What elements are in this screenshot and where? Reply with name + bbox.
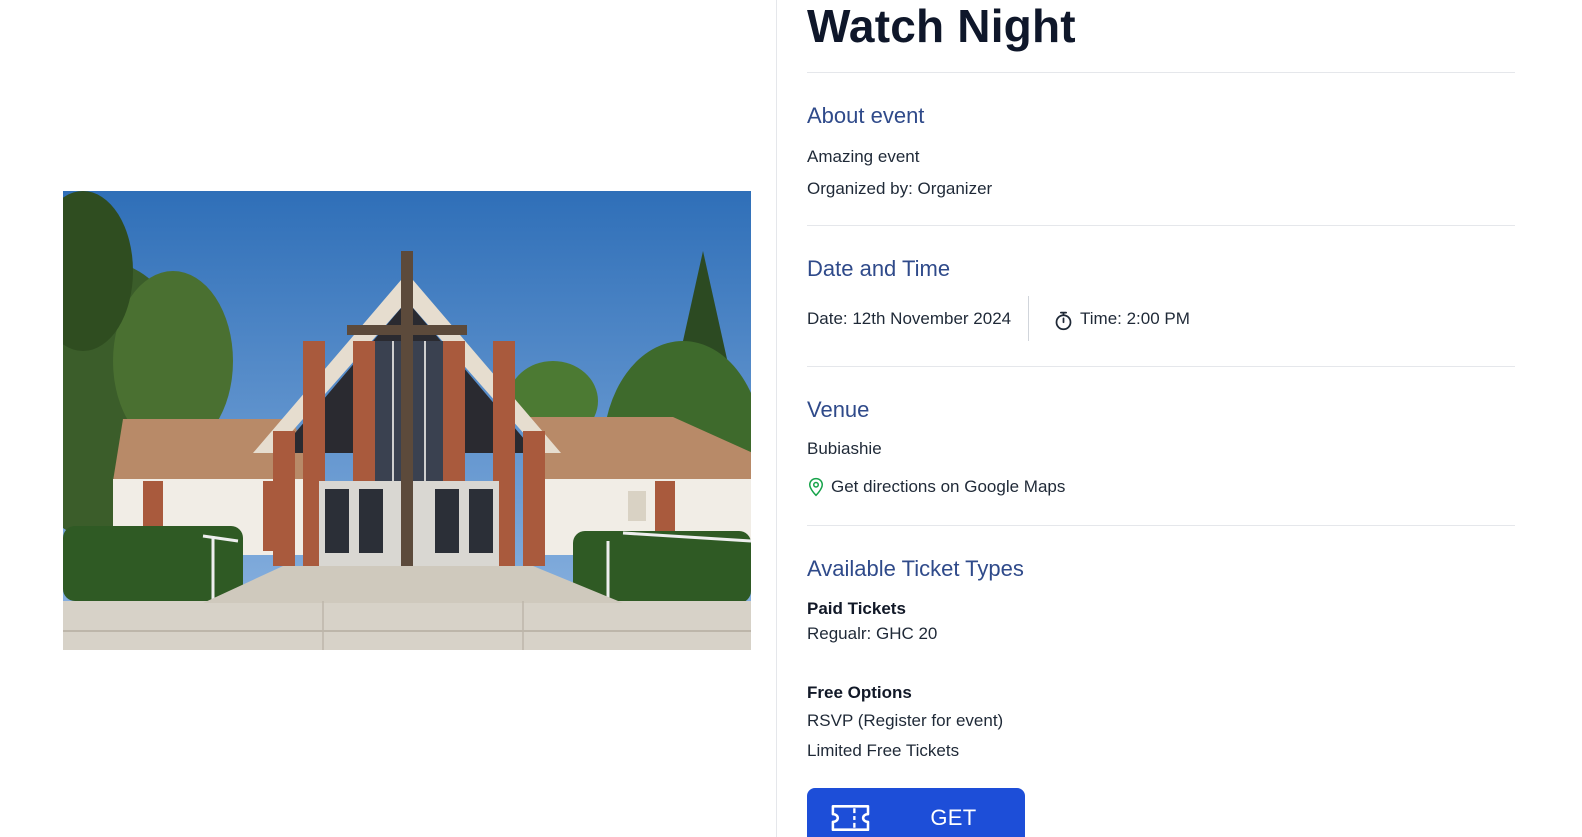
organizer-text: Organized by: Organizer <box>807 179 993 198</box>
venue-heading: Venue <box>807 397 870 422</box>
paid-ticket-item: Regualr: GHC 20 <box>807 624 938 643</box>
event-image <box>63 191 751 650</box>
free-option-item: RSVP (Register for event) <box>807 711 1004 730</box>
about-heading: About event <box>807 103 925 128</box>
divider <box>807 366 1515 367</box>
date-time-separator <box>1028 296 1029 341</box>
datetime-heading: Date and Time <box>807 256 951 281</box>
tickets-heading: Available Ticket Types <box>807 556 1024 581</box>
event-time: Time: 2:00 PM <box>1053 307 1190 331</box>
free-options-heading: Free Options <box>807 683 912 702</box>
divider <box>807 72 1515 73</box>
stopwatch-icon <box>1055 311 1072 331</box>
event-time-label: Time: 2:00 PM <box>1080 309 1190 328</box>
event-date: Date: 12th November 2024 <box>807 309 1012 328</box>
divider <box>807 525 1515 526</box>
free-option-item: Limited Free Tickets <box>807 741 960 760</box>
paid-tickets-heading: Paid Tickets <box>807 599 906 618</box>
google-maps-link[interactable]: Get directions on Google Maps <box>807 476 1065 498</box>
divider <box>807 225 1515 226</box>
google-maps-link-label: Get directions on Google Maps <box>831 477 1066 496</box>
event-description: Amazing event <box>807 147 920 166</box>
get-tickets-label: GET TICKETS <box>930 805 977 830</box>
map-pin-icon <box>808 477 824 497</box>
event-title: Watch Night <box>807 0 1076 52</box>
ticket-icon <box>831 805 870 831</box>
get-tickets-button[interactable]: GET TICKETS <box>807 788 1025 837</box>
venue-name: Bubiashie <box>807 439 882 458</box>
